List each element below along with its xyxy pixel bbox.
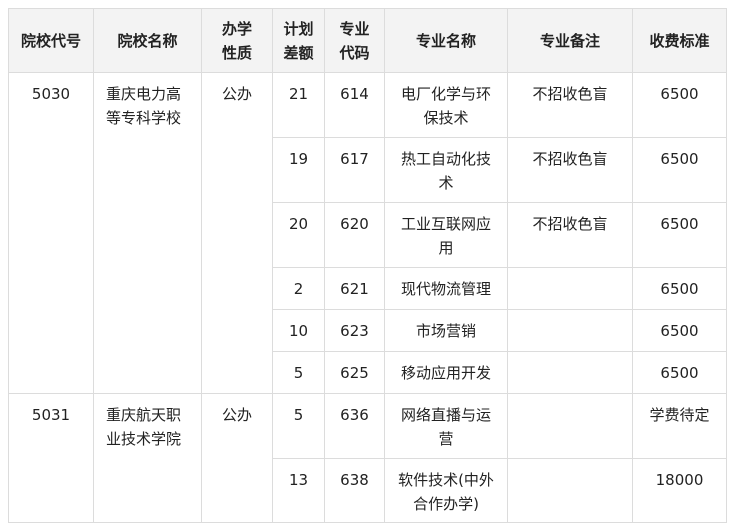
school-nature: 公办 bbox=[201, 393, 273, 523]
fee: 学费待定 bbox=[632, 393, 727, 459]
major-code: 617 bbox=[324, 137, 385, 203]
quota-gap: 21 bbox=[272, 72, 325, 138]
fee: 6500 bbox=[632, 309, 727, 352]
major-name: 热工自动化技术 bbox=[384, 137, 508, 203]
fee: 18000 bbox=[632, 458, 727, 523]
header-school-nature: 办学性质 bbox=[201, 8, 273, 73]
major-code: 620 bbox=[324, 202, 385, 268]
quota-gap: 10 bbox=[272, 309, 325, 352]
school-code: 5031 bbox=[8, 393, 94, 523]
fee: 6500 bbox=[632, 351, 727, 394]
major-name: 电厂化学与环保技术 bbox=[384, 72, 508, 138]
major-name: 工业互联网应用 bbox=[384, 202, 508, 268]
quota-gap: 20 bbox=[272, 202, 325, 268]
major-note bbox=[507, 267, 633, 310]
major-note: 不招收色盲 bbox=[507, 202, 633, 268]
fee: 6500 bbox=[632, 267, 727, 310]
major-name: 现代物流管理 bbox=[384, 267, 508, 310]
major-code: 621 bbox=[324, 267, 385, 310]
school-nature: 公办 bbox=[201, 72, 273, 394]
school-name: 重庆航天职业技术学院 bbox=[93, 393, 202, 523]
table-row: 5030 重庆电力高等专科学校 公办 21 614 电厂化学与环保技术 不招收色… bbox=[8, 72, 727, 394]
major-note: 不招收色盲 bbox=[507, 137, 633, 203]
major-code: 638 bbox=[324, 458, 385, 523]
major-name: 网络直播与运营 bbox=[384, 393, 508, 459]
header-major-note: 专业备注 bbox=[507, 8, 633, 73]
header-major-code: 专业代码 bbox=[324, 8, 385, 73]
school-name: 重庆电力高等专科学校 bbox=[93, 72, 202, 394]
school-code: 5030 bbox=[8, 72, 94, 394]
header-quota-gap: 计划差额 bbox=[272, 8, 325, 73]
header-major-name: 专业名称 bbox=[384, 8, 508, 73]
fee: 6500 bbox=[632, 202, 727, 268]
major-code: 614 bbox=[324, 72, 385, 138]
major-note: 不招收色盲 bbox=[507, 72, 633, 138]
major-note bbox=[507, 309, 633, 352]
fee: 6500 bbox=[632, 72, 727, 138]
header-fee: 收费标准 bbox=[632, 8, 727, 73]
major-note bbox=[507, 458, 633, 523]
admission-plan-table: 院校代号 院校名称 办学性质 计划差额 专业代码 专业名称 专业备注 收费标准 … bbox=[8, 8, 727, 523]
major-code: 625 bbox=[324, 351, 385, 394]
fee: 6500 bbox=[632, 137, 727, 203]
major-note bbox=[507, 351, 633, 394]
table-header-row: 院校代号 院校名称 办学性质 计划差额 专业代码 专业名称 专业备注 收费标准 bbox=[8, 8, 727, 73]
major-name: 移动应用开发 bbox=[384, 351, 508, 394]
major-note bbox=[507, 393, 633, 459]
major-name: 市场营销 bbox=[384, 309, 508, 352]
quota-gap: 19 bbox=[272, 137, 325, 203]
quota-gap: 5 bbox=[272, 393, 325, 459]
header-school-code: 院校代号 bbox=[8, 8, 94, 73]
major-code: 636 bbox=[324, 393, 385, 459]
quota-gap: 13 bbox=[272, 458, 325, 523]
major-name: 软件技术(中外合作办学) bbox=[384, 458, 508, 523]
header-school-name: 院校名称 bbox=[93, 8, 202, 73]
quota-gap: 5 bbox=[272, 351, 325, 394]
quota-gap: 2 bbox=[272, 267, 325, 310]
table-row: 5031 重庆航天职业技术学院 公办 5 636 网络直播与运营 学费待定 bbox=[8, 393, 727, 523]
major-code: 623 bbox=[324, 309, 385, 352]
